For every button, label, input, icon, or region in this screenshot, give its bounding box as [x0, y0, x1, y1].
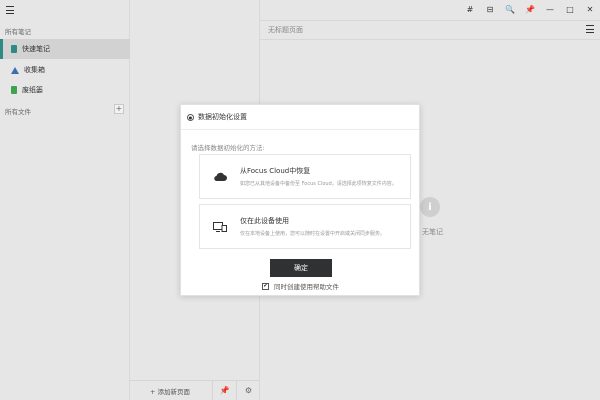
dialog-title: 数据初始化设置	[198, 113, 247, 121]
checkbox-label: 同时创建使用帮助文件	[274, 283, 339, 291]
option-description: 仅在本地设备上使用，您可以随时在设置中开启或关闭同步服务。	[240, 230, 386, 237]
trash-icon	[11, 86, 17, 94]
dialog-prompt: 请选择数据初始化的方法:	[191, 144, 265, 152]
settings-circle-icon: ●	[187, 113, 194, 121]
pin-window-icon[interactable]: 📌	[520, 0, 540, 18]
data-init-dialog: ● 数据初始化设置 请选择数据初始化的方法: 从Focus Cloud中恢复 如…	[180, 104, 420, 296]
sidebar-item-label: 快速笔记	[22, 45, 50, 53]
inbox-icon	[11, 66, 19, 74]
all-notes-heading: 所有笔记	[5, 28, 31, 36]
sidebar-item-label: 废纸篓	[22, 86, 43, 94]
divider	[260, 39, 600, 40]
empty-state-text: 无笔记	[422, 228, 443, 236]
help-file-checkbox-row[interactable]: ✔ 同时创建使用帮助文件	[262, 281, 339, 291]
hashtag-icon[interactable]: #	[460, 0, 480, 18]
checkbox[interactable]: ✔	[262, 282, 269, 290]
option-title: 仅在此设备使用	[240, 216, 289, 225]
pin-icon[interactable]: 📌	[212, 380, 236, 400]
sidebar-item-trash[interactable]: 废纸篓	[0, 80, 130, 100]
settings-gear-icon[interactable]: ⚙	[236, 380, 260, 400]
add-file-button[interactable]: +	[114, 104, 124, 114]
option-description: 如您已从其他设备中备份至 Focus Cloud，请选择此项恢复文件内容。	[240, 180, 397, 187]
device-icon	[206, 213, 234, 241]
all-files-heading: 所有文件	[5, 108, 31, 116]
page-title: 无标题页面	[268, 26, 303, 34]
close-icon[interactable]: ✕	[580, 0, 600, 18]
note-icon	[11, 45, 17, 53]
maximize-icon[interactable]: □	[560, 0, 580, 18]
layout-icon[interactable]: ⊟	[480, 0, 500, 18]
dialog-header: ● 数据初始化设置	[181, 105, 419, 130]
info-icon: i	[420, 197, 440, 217]
sidebar-item-inbox[interactable]: 收集箱	[0, 60, 130, 80]
confirm-button[interactable]: 确定	[270, 259, 332, 277]
minimize-icon[interactable]: —	[540, 0, 560, 18]
add-page-button[interactable]: + 添加新页面	[130, 386, 212, 396]
title-bar-controls: # ⊟ 🔍 📌 — □ ✕	[460, 0, 600, 18]
option-restore-cloud[interactable]: 从Focus Cloud中恢复 如您已从其他设备中备份至 Focus Cloud…	[199, 154, 411, 199]
sidebar: 所有笔记 快速笔记 收集箱 废纸篓 所有文件 +	[0, 0, 130, 400]
page-menu-icon[interactable]	[586, 25, 594, 33]
hamburger-menu-icon[interactable]	[5, 5, 15, 15]
cloud-icon	[206, 163, 234, 191]
option-title: 从Focus Cloud中恢复	[240, 166, 311, 175]
sidebar-item-label: 收集箱	[24, 66, 45, 74]
note-list-toolbar: + 添加新页面 📌 ⚙	[130, 380, 260, 400]
search-icon[interactable]: 🔍	[500, 0, 520, 18]
sidebar-item-quick-notes[interactable]: 快速笔记	[0, 39, 130, 59]
divider	[260, 20, 600, 21]
option-local-only[interactable]: 仅在此设备使用 仅在本地设备上使用，您可以随时在设置中开启或关闭同步服务。	[199, 204, 411, 249]
